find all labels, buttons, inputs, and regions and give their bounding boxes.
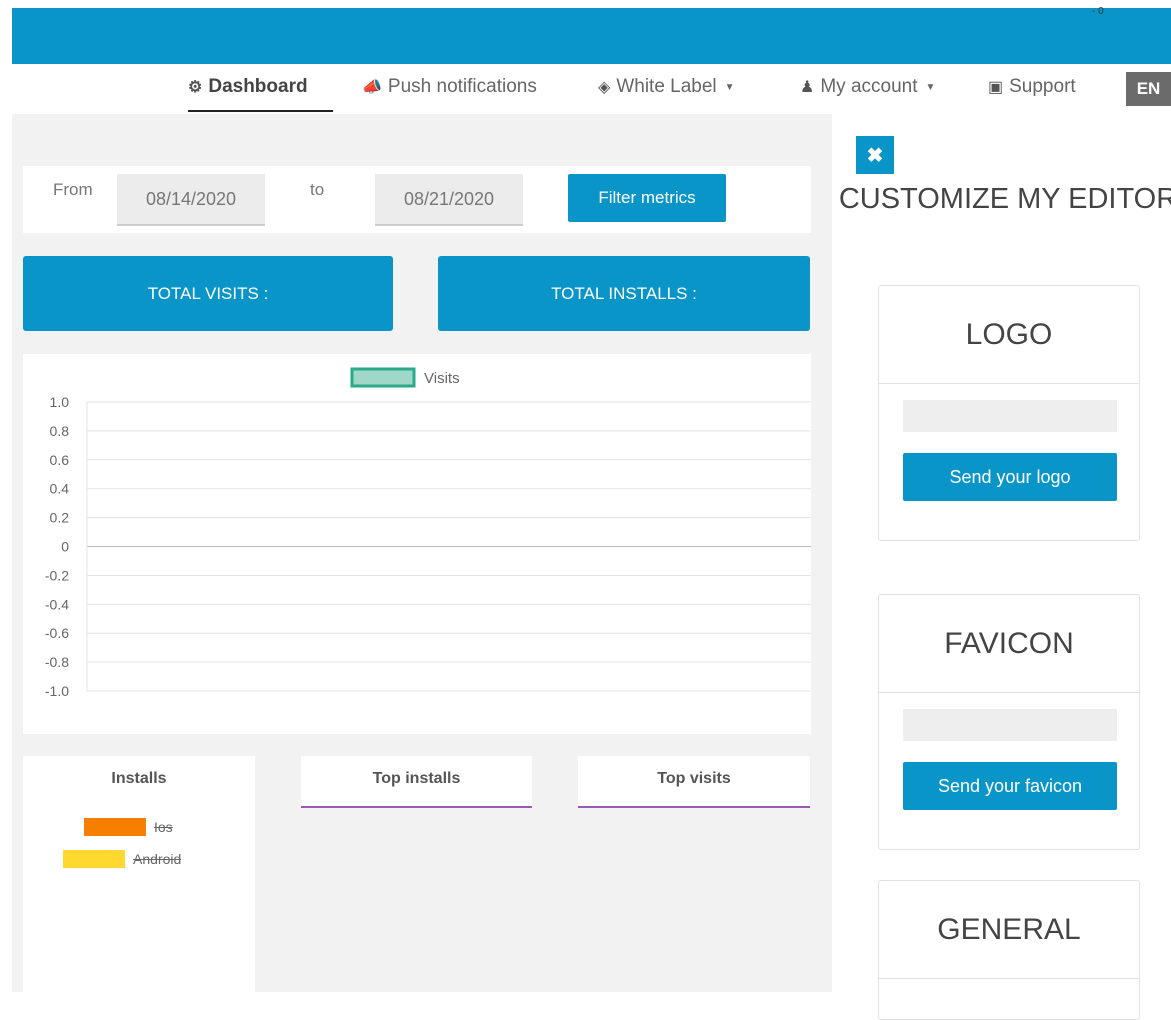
top-banner: - 0 (12, 6, 1171, 64)
legend-swatch-visits[interactable] (350, 367, 416, 388)
chevron-down-icon: ▼ (724, 81, 735, 93)
user-icon: ♟ (800, 79, 815, 96)
logo-card: LOGO Send your logo (878, 285, 1140, 541)
y-tick-label: -0.8 (45, 654, 69, 670)
y-tick-label: 0.8 (50, 423, 70, 439)
total-visits-box: TOTAL VISITS : (23, 256, 393, 331)
tags-icon: ◈ (598, 79, 611, 96)
bullhorn-icon: 📣 (362, 79, 382, 96)
legend-ios[interactable]: Ios (84, 818, 173, 836)
send-favicon-button[interactable]: Send your favicon (903, 762, 1117, 810)
send-logo-button[interactable]: Send your logo (903, 453, 1117, 501)
y-tick-label: -1.0 (45, 683, 69, 699)
y-tick-label: 1.0 (50, 394, 70, 410)
y-tick-label: 0.6 (50, 452, 70, 468)
filter-metrics-button[interactable]: Filter metrics (568, 174, 726, 222)
android-swatch (63, 850, 125, 868)
dashboard-main: From 08/14/2020 to 08/21/2020 Filter met… (12, 114, 832, 992)
nav-account-label: My account (820, 76, 918, 97)
active-tab-indicator (188, 110, 333, 112)
tab-underline (578, 806, 810, 808)
customize-editor-sidebar: ✖ CUSTOMIZE MY EDITOR LOGO Send your log… (832, 114, 1171, 1020)
to-label: to (310, 180, 325, 199)
favicon-title: FAVICON (879, 595, 1139, 693)
y-tick-label: 0 (61, 539, 69, 555)
dashboard-icon: ⚙ (188, 79, 203, 96)
nav-support-label: Support (1009, 76, 1076, 97)
general-title: GENERAL (879, 881, 1139, 979)
nav-dashboard-label: Dashboard (208, 76, 308, 97)
y-tick-label: -0.4 (45, 596, 69, 612)
installs-title: Installs (111, 770, 167, 787)
android-label: Android (133, 851, 182, 867)
tab-top-visits[interactable]: Top visits (578, 756, 810, 808)
total-installs-box: TOTAL INSTALLS : (438, 256, 810, 331)
nav-support[interactable]: ▣ Support (988, 76, 1076, 98)
y-tick-label: 0.2 (50, 510, 70, 526)
ios-label: Ios (154, 819, 173, 835)
nav-white-label[interactable]: ◈ White Label ▼ (598, 76, 735, 98)
to-date-input[interactable]: 08/21/2020 (375, 174, 523, 226)
from-date-input[interactable]: 08/14/2020 (117, 174, 265, 226)
sidebar-title: CUSTOMIZE MY EDITOR (838, 183, 1171, 215)
general-card: GENERAL (878, 880, 1140, 1020)
medkit-icon: ▣ (988, 79, 1004, 96)
visits-chart: 1.0 0.8 0.6 0.4 0.2 0 -0.2 -0.4 -0.6 -0.8 -1.0 Visi… (23, 354, 811, 734)
legend-label-visits: Visits (424, 370, 460, 387)
ios-swatch (84, 818, 146, 836)
favicon-file-field[interactable] (903, 709, 1117, 741)
nav-white-label-label: White Label (616, 76, 717, 97)
installs-panel: Installs Ios Android (23, 756, 255, 992)
legend-android[interactable]: Android (63, 850, 181, 868)
logo-title: LOGO (879, 286, 1139, 384)
language-switch[interactable]: EN (1126, 72, 1171, 106)
y-tick-label: -0.6 (45, 625, 69, 641)
close-icon[interactable]: ✖ (856, 136, 894, 174)
tab-top-installs[interactable]: Top installs (301, 756, 532, 808)
date-filter-panel: From 08/14/2020 to 08/21/2020 Filter met… (23, 166, 811, 233)
nav-my-account[interactable]: ♟ My account ▼ (800, 76, 935, 98)
chevron-down-icon: ▼ (925, 81, 936, 93)
visits-chart-svg: 1.0 0.8 0.6 0.4 0.2 0 -0.2 -0.4 -0.6 -0.8 -1.0 Visi… (45, 367, 811, 699)
main-nav: ⚙ Dashboard 📣 Push notifications ◈ White… (0, 64, 1171, 114)
top-visits-label: Top visits (657, 770, 731, 787)
tab-underline (301, 806, 532, 808)
top-installs-label: Top installs (372, 770, 461, 787)
nav-dashboard[interactable]: ⚙ Dashboard (188, 76, 308, 98)
nav-push-notifications[interactable]: 📣 Push notifications (362, 76, 537, 98)
y-tick-label: 0.4 (50, 481, 70, 497)
y-tick-label: -0.2 (45, 567, 69, 583)
corner-text: - 0 (1092, 6, 1104, 17)
favicon-card: FAVICON Send your favicon (878, 594, 1140, 850)
nav-push-label: Push notifications (387, 76, 537, 97)
from-label: From (53, 180, 93, 199)
logo-file-field[interactable] (903, 400, 1117, 432)
